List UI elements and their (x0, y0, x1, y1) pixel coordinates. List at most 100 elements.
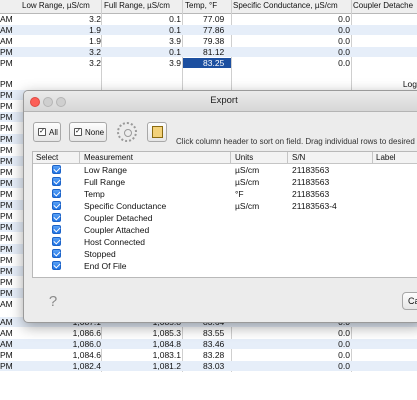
measurement-row[interactable]: Temp °F 21183563 (33, 188, 417, 199)
time-cell: PM (0, 189, 13, 199)
time-cell: PM (0, 200, 13, 210)
time-cell: PM (0, 266, 13, 276)
time-cell: PM (0, 255, 13, 265)
image-icon (152, 126, 163, 138)
time-cell: PM (0, 90, 13, 100)
select-none-button[interactable]: ✓ None (69, 122, 107, 142)
low-range-cell: 1.9 (89, 25, 101, 35)
units-cell: µS/cm (235, 165, 260, 175)
col-temp[interactable]: Temp, °F (185, 1, 217, 10)
cancel-button[interactable]: Ca (402, 292, 417, 310)
spc-cell: 0.0 (338, 339, 350, 349)
low-range-cell: 1,086.6 (72, 328, 101, 338)
select-checkbox[interactable] (52, 225, 61, 234)
full-range-cell: 0.1 (169, 25, 181, 35)
time-cell: PM (0, 178, 13, 188)
table-row[interactable]: PM (0, 79, 417, 89)
temp-cell: 79.38 (203, 36, 225, 46)
time-cell: AM (0, 25, 13, 35)
table-row[interactable]: AM 1,086.6 1,085.3 83.55 0.0 (0, 328, 417, 338)
select-checkbox[interactable] (52, 261, 61, 270)
select-checkbox[interactable] (52, 177, 61, 186)
footer-area (0, 372, 417, 400)
dialog-title: Export (210, 95, 238, 106)
time-cell: PM (0, 277, 13, 287)
spc-cell: 0.0 (338, 36, 350, 46)
time-cell: PM (0, 350, 13, 360)
time-cell: AM (0, 14, 13, 24)
measurement-cell: Specific Conductance (84, 201, 167, 211)
sn-cell: 21183563 (292, 177, 330, 187)
col-coupler-detached[interactable]: Coupler Detache (353, 1, 413, 10)
time-cell: AM (0, 328, 13, 338)
measurement-cell: End Of File (84, 261, 127, 271)
full-range-cell: 0.1 (169, 47, 181, 57)
table-row[interactable]: AM 1,086.0 1,084.8 83.46 0.0 (0, 339, 417, 349)
units-cell: µS/cm (235, 201, 260, 211)
time-cell: PM (0, 123, 13, 133)
header-sn[interactable]: S/N (292, 153, 305, 162)
select-all-button[interactable]: ✓ All (33, 122, 61, 142)
spc-cell: 0.0 (338, 361, 350, 371)
temp-cell: 83.03 (203, 361, 225, 371)
spc-cell: 0.0 (338, 14, 350, 24)
col-specific-conductance[interactable]: Specific Conductance, µS/cm (233, 1, 338, 10)
header-measurement[interactable]: Measurement (84, 153, 133, 162)
table-row[interactable]: AM 3.2 0.1 77.09 0.0 (0, 14, 417, 24)
measurement-row[interactable]: Host Connected (33, 236, 417, 247)
table-row[interactable]: AM 1.9 0.1 77.86 0.0 (0, 25, 417, 35)
time-cell: AM (0, 36, 13, 46)
units-cell: °F (235, 189, 244, 199)
col-full-range[interactable]: Full Range, µS/cm (104, 1, 170, 10)
measurement-row[interactable]: Coupler Detached (33, 212, 417, 223)
measurement-row[interactable]: End Of File (33, 260, 417, 271)
table-row[interactable]: PM 1,084.6 1,083.1 83.28 0.0 (0, 350, 417, 360)
export-image-button[interactable] (147, 122, 167, 142)
measurement-row[interactable]: Specific Conductance µS/cm 21183563-4 (33, 200, 417, 211)
help-icon[interactable]: ? (46, 294, 60, 310)
table-row[interactable]: PM 3.2 0.1 81.12 0.0 (0, 47, 417, 57)
low-range-cell: 1,084.6 (72, 350, 101, 360)
time-cell: PM (0, 361, 13, 371)
low-range-cell: 3.2 (89, 14, 101, 24)
select-checkbox[interactable] (52, 249, 61, 258)
temp-cell: 83.46 (203, 339, 225, 349)
time-cell: PM (0, 288, 13, 298)
select-checkbox[interactable] (52, 189, 61, 198)
checkbox-icon: ✓ (38, 128, 46, 136)
low-range-cell: 3.2 (89, 47, 101, 57)
header-label[interactable]: Label (376, 153, 396, 162)
header-units[interactable]: Units (235, 153, 253, 162)
measurement-row[interactable]: Coupler Attached (33, 224, 417, 235)
time-cell: AM (0, 299, 13, 309)
table-header: Low Range, µS/cm Full Range, µS/cm Temp,… (0, 0, 417, 14)
measurement-grid[interactable]: Select Measurement Units S/N Label Low R… (32, 151, 417, 278)
select-checkbox[interactable] (52, 213, 61, 222)
measurement-row[interactable]: Low Range µS/cm 21183563 (33, 164, 417, 175)
dialog-titlebar[interactable]: Export (24, 91, 417, 112)
table-row[interactable]: AM 1.9 3.9 79.38 0.0 (0, 36, 417, 46)
time-cell: PM (0, 112, 13, 122)
measurement-cell: Host Connected (84, 237, 145, 247)
time-cell: PM (0, 222, 13, 232)
select-checkbox[interactable] (52, 237, 61, 246)
select-checkbox[interactable] (52, 201, 61, 210)
table-row[interactable]: PM 1,082.4 1,081.2 83.03 0.0 (0, 361, 417, 371)
col-low-range[interactable]: Low Range, µS/cm (22, 1, 90, 10)
temp-cell: 83.55 (203, 328, 225, 338)
measurement-row[interactable]: Full Range µS/cm 21183563 (33, 176, 417, 187)
gear-icon[interactable] (117, 122, 137, 142)
full-range-cell: 0.1 (169, 14, 181, 24)
select-checkbox[interactable] (52, 165, 61, 174)
measurement-cell: Full Range (84, 177, 126, 187)
export-dialog: Export ✓ All ✓ None Click column header … (23, 90, 417, 323)
header-select[interactable]: Select (36, 153, 58, 162)
measurement-cell: Temp (84, 189, 105, 199)
time-cell: PM (0, 101, 13, 111)
spc-cell: 0.0 (338, 58, 350, 68)
cancel-label: Ca (408, 296, 417, 306)
selected-cell[interactable]: 83.25 (183, 58, 231, 68)
full-range-cell: 3.9 (169, 36, 181, 46)
table-row[interactable]: PM 3.2 3.9 83.25 0.0 (0, 58, 417, 68)
measurement-row[interactable]: Stopped (33, 248, 417, 259)
